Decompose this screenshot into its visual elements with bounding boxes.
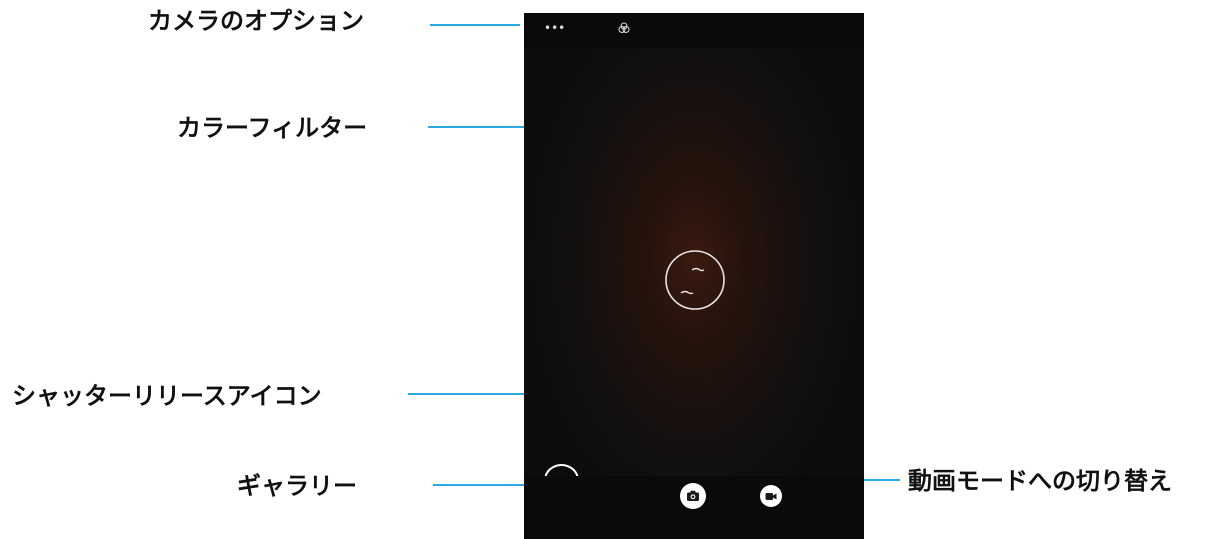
- callout-switch-video: 動画モードへの切り替え: [908, 467, 1172, 495]
- camera-shutter-icon: [687, 490, 699, 501]
- callout-camera-options: カメラのオプション: [148, 7, 364, 35]
- camera-screen: •••: [524, 13, 864, 539]
- shutter-release-button[interactable]: [680, 483, 706, 509]
- switch-to-video-button[interactable]: [760, 485, 782, 507]
- callout-color-filter: カラーフィルター: [177, 114, 368, 142]
- camera-top-bar: •••: [524, 13, 864, 48]
- video-camera-icon: [765, 492, 777, 500]
- focus-ring-icon: [664, 249, 726, 315]
- more-options-icon[interactable]: •••: [544, 21, 565, 35]
- callout-shutter-release: シャッターリリースアイコン: [12, 382, 322, 410]
- camera-bottom-bar: [524, 476, 864, 539]
- color-filter-icon[interactable]: [618, 19, 630, 38]
- callout-gallery: ギャラリー: [237, 472, 357, 500]
- callout-line-options: [430, 24, 520, 26]
